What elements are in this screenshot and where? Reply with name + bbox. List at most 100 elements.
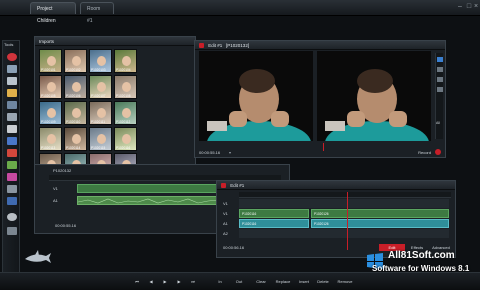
edit-video-clip-2[interactable]: P1020126 xyxy=(311,209,449,218)
trim-tool-icon[interactable] xyxy=(7,185,17,193)
insert-button[interactable]: Insert xyxy=(295,277,313,287)
play-icon[interactable]: ▶ xyxy=(160,277,170,287)
viewer-side-label: All xyxy=(436,121,440,125)
imports-header: Imports xyxy=(35,37,195,46)
thumbnail-image xyxy=(122,82,131,92)
edit-audio-clip-1[interactable]: P1020116 xyxy=(239,219,309,228)
remove-button[interactable]: Remove xyxy=(334,277,356,287)
viewer-panel: Edit #1 [P1020132] All 00:00:55.16 ▾ Rec… xyxy=(194,40,446,158)
thumbnail-item[interactable]: P1020108 xyxy=(114,75,137,99)
edit-timecode: 00:00:56.16 xyxy=(223,245,245,250)
edit-playhead[interactable] xyxy=(347,192,348,250)
text-tool-icon[interactable] xyxy=(7,125,17,133)
audio-tool-icon[interactable] xyxy=(7,137,17,145)
folder-tool-icon[interactable] xyxy=(7,89,17,97)
edit-empty-track[interactable] xyxy=(239,199,449,208)
rewind-icon[interactable]: ⏮ xyxy=(132,277,142,287)
record-tool-icon[interactable] xyxy=(7,53,17,61)
thumbnail-item[interactable]: P1020101 xyxy=(39,49,62,73)
thumbnail-item[interactable]: P1020110 xyxy=(64,101,87,125)
thumbnail-item[interactable]: P1020111 xyxy=(89,101,112,125)
imports-panel: Imports P1020101 P1020102 P1020103 P1020104… xyxy=(34,36,196,177)
step-back-icon[interactable]: ◀ xyxy=(146,277,156,287)
tools-panel: Tools xyxy=(2,40,20,280)
thumbnail-image xyxy=(72,108,81,118)
viewer-playhead[interactable] xyxy=(323,143,324,151)
thumbnail-item[interactable]: P1020109 xyxy=(39,101,62,125)
record-frame-image xyxy=(317,51,431,141)
edit-ruler[interactable] xyxy=(239,192,451,198)
thumbnail-item[interactable]: P1020107 xyxy=(89,75,112,99)
bottom-toolbar: ⏮ ◀ ▶ ▶ ⏭ In Out Clear Replace Insert De… xyxy=(0,272,480,290)
viewer-fit-icon[interactable] xyxy=(437,67,443,72)
color-tool-icon[interactable] xyxy=(7,161,17,169)
thumbnail-item[interactable]: P1020102 xyxy=(64,49,87,73)
minimize-icon[interactable]: – xyxy=(456,3,464,11)
step-forward-icon[interactable]: ▶ xyxy=(174,277,184,287)
close-icon[interactable]: × xyxy=(472,3,480,11)
edit-audio-clip-1-label: P1020116 xyxy=(242,222,257,226)
export-tool-icon[interactable] xyxy=(7,197,17,205)
title-tool-icon[interactable] xyxy=(7,173,17,181)
delete-button[interactable]: Delete xyxy=(314,277,332,287)
thumbnail-image xyxy=(97,108,106,118)
title-bar: Project Children Room #1 – □ × xyxy=(0,0,480,24)
edit-video-clip-2-label: P1020126 xyxy=(314,212,329,216)
thumbnail-caption: P1020113 xyxy=(41,146,56,150)
replace-button[interactable]: Replace xyxy=(272,277,294,287)
edit-timeline-panel: Edit #1 V1 V1 P1020116 P1020126 A1 P1020… xyxy=(216,180,456,258)
settings-tool-icon[interactable] xyxy=(7,227,17,235)
tab-project[interactable]: Project Children xyxy=(30,2,76,24)
thumbnail-item[interactable]: P1020116 xyxy=(114,127,137,151)
source-monitor[interactable] xyxy=(199,51,313,141)
thumbnail-item[interactable]: P1020115 xyxy=(89,127,112,151)
viewer-clip-name: P1020132 xyxy=(227,43,248,48)
thumbnail-item[interactable]: P1020112 xyxy=(114,101,137,125)
thumbnail-item[interactable]: P1020113 xyxy=(39,127,62,151)
thumbnail-image xyxy=(122,108,131,118)
edit-track-label-3: A1 xyxy=(223,221,228,226)
thumbnail-caption: P1020115 xyxy=(91,146,106,150)
viewer-grid-icon[interactable] xyxy=(437,77,443,82)
thumbnail-caption: P1020116 xyxy=(116,146,131,150)
in-button[interactable]: In xyxy=(214,277,226,287)
clear-button[interactable]: Clear xyxy=(252,277,270,287)
viewer-zoom-icon[interactable] xyxy=(437,57,443,62)
thumbnail-item[interactable]: P1020104 xyxy=(114,49,137,73)
edit-video-clip-1[interactable]: P1020116 xyxy=(239,209,309,218)
timeline-tool-icon[interactable] xyxy=(7,113,17,121)
thumbnail-image xyxy=(97,134,106,144)
thumbnail-item[interactable]: P1020105 xyxy=(39,75,62,99)
out-button[interactable]: Out xyxy=(232,277,246,287)
thumbnail-image xyxy=(97,82,106,92)
thumbnail-image xyxy=(72,134,81,144)
tools-title: Tools xyxy=(4,42,14,47)
tab-room[interactable]: Room #1 xyxy=(80,2,114,24)
help-tool-icon[interactable] xyxy=(7,213,17,221)
source-frame-image xyxy=(199,51,313,141)
record-monitor[interactable] xyxy=(317,51,431,141)
edit-empty-audio-track[interactable] xyxy=(239,229,449,238)
thumbnail-item[interactable]: P1020114 xyxy=(64,127,87,151)
monitor-tool-icon[interactable] xyxy=(7,65,17,73)
thumbnail-image xyxy=(47,56,56,66)
edit-track-label-4: A2 xyxy=(223,231,228,236)
fast-forward-icon[interactable]: ⏭ xyxy=(188,277,198,287)
viewer-safe-icon[interactable] xyxy=(437,87,443,92)
film-tool-icon[interactable] xyxy=(7,77,17,85)
record-button[interactable] xyxy=(435,149,441,155)
thumbnail-item[interactable]: P1020106 xyxy=(64,75,87,99)
source-clip-name: P1020132 xyxy=(53,168,72,173)
source-track-label-a1: A1 xyxy=(53,198,58,203)
edit-audio-clip-2[interactable]: P1020126 xyxy=(311,219,449,228)
thumbnail-caption: P1020104 xyxy=(116,68,131,72)
thumbnail-caption: P1020114 xyxy=(66,146,81,150)
viewer-side-toolbar: All xyxy=(435,53,443,139)
record-label: Record xyxy=(418,150,431,155)
timecode-dropdown-icon[interactable]: ▾ xyxy=(229,150,231,155)
thumbnail-item[interactable]: P1020103 xyxy=(89,49,112,73)
edit-track-label-1: V1 xyxy=(223,201,228,206)
effects-tool-icon[interactable] xyxy=(7,149,17,157)
watermark-site: All81Soft.com xyxy=(388,250,455,261)
list-tool-icon[interactable] xyxy=(7,101,17,109)
